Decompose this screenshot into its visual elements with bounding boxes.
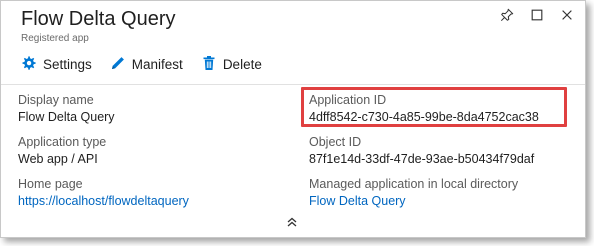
home-page-label: Home page <box>18 177 83 191</box>
collapse-essentials-button[interactable] <box>284 217 300 231</box>
object-id-label: Object ID <box>309 135 362 149</box>
display-name-label: Display name <box>18 93 94 107</box>
managed-app-link[interactable]: Flow Delta Query <box>309 193 518 209</box>
application-type-label: Application type <box>18 135 107 149</box>
maximize-icon <box>530 8 544 27</box>
maximize-button[interactable] <box>529 9 545 25</box>
panel-subtitle: Registered app <box>21 33 89 44</box>
gear-icon <box>21 55 37 74</box>
window-controls <box>499 8 575 27</box>
home-page-field: Home page https://localhost/flowdeltaque… <box>18 177 189 209</box>
application-type-value: Web app / API <box>18 152 98 166</box>
manifest-label: Manifest <box>131 56 183 72</box>
command-bar: Settings Manifest Delete <box>21 53 262 75</box>
double-chevron-up-icon <box>286 215 298 233</box>
pin-icon <box>500 8 514 27</box>
panel-header: Flow Delta Query Registered app <box>21 7 176 44</box>
display-name-value: Flow Delta Query <box>18 110 115 124</box>
application-type-field: Application type Web app / API <box>18 135 106 167</box>
pencil-icon <box>110 55 126 74</box>
close-button[interactable] <box>559 9 575 25</box>
app-registration-panel: Flow Delta Query Registered app Settings… <box>0 0 586 238</box>
application-id-highlight <box>301 87 567 127</box>
home-page-link[interactable]: https://localhost/flowdeltaquery <box>18 193 189 209</box>
close-icon <box>560 8 574 27</box>
object-id-value[interactable]: 87f1e14d-33df-47de-93ae-b50434f79daf <box>309 151 534 167</box>
manifest-button[interactable]: Manifest <box>110 53 183 75</box>
delete-label: Delete <box>222 56 262 72</box>
panel-title: Flow Delta Query <box>21 8 176 30</box>
trash-icon <box>201 55 217 74</box>
settings-label: Settings <box>43 56 92 72</box>
pin-button[interactable] <box>499 8 515 27</box>
object-id-field: Object ID 87f1e14d-33df-47de-93ae-b50434… <box>309 135 534 167</box>
managed-app-field: Managed application in local directory F… <box>309 177 518 209</box>
delete-button[interactable]: Delete <box>201 53 262 75</box>
managed-app-label: Managed application in local directory <box>309 177 519 191</box>
settings-button[interactable]: Settings <box>21 53 92 75</box>
header-divider <box>1 84 585 85</box>
display-name-field: Display name Flow Delta Query <box>18 93 115 125</box>
